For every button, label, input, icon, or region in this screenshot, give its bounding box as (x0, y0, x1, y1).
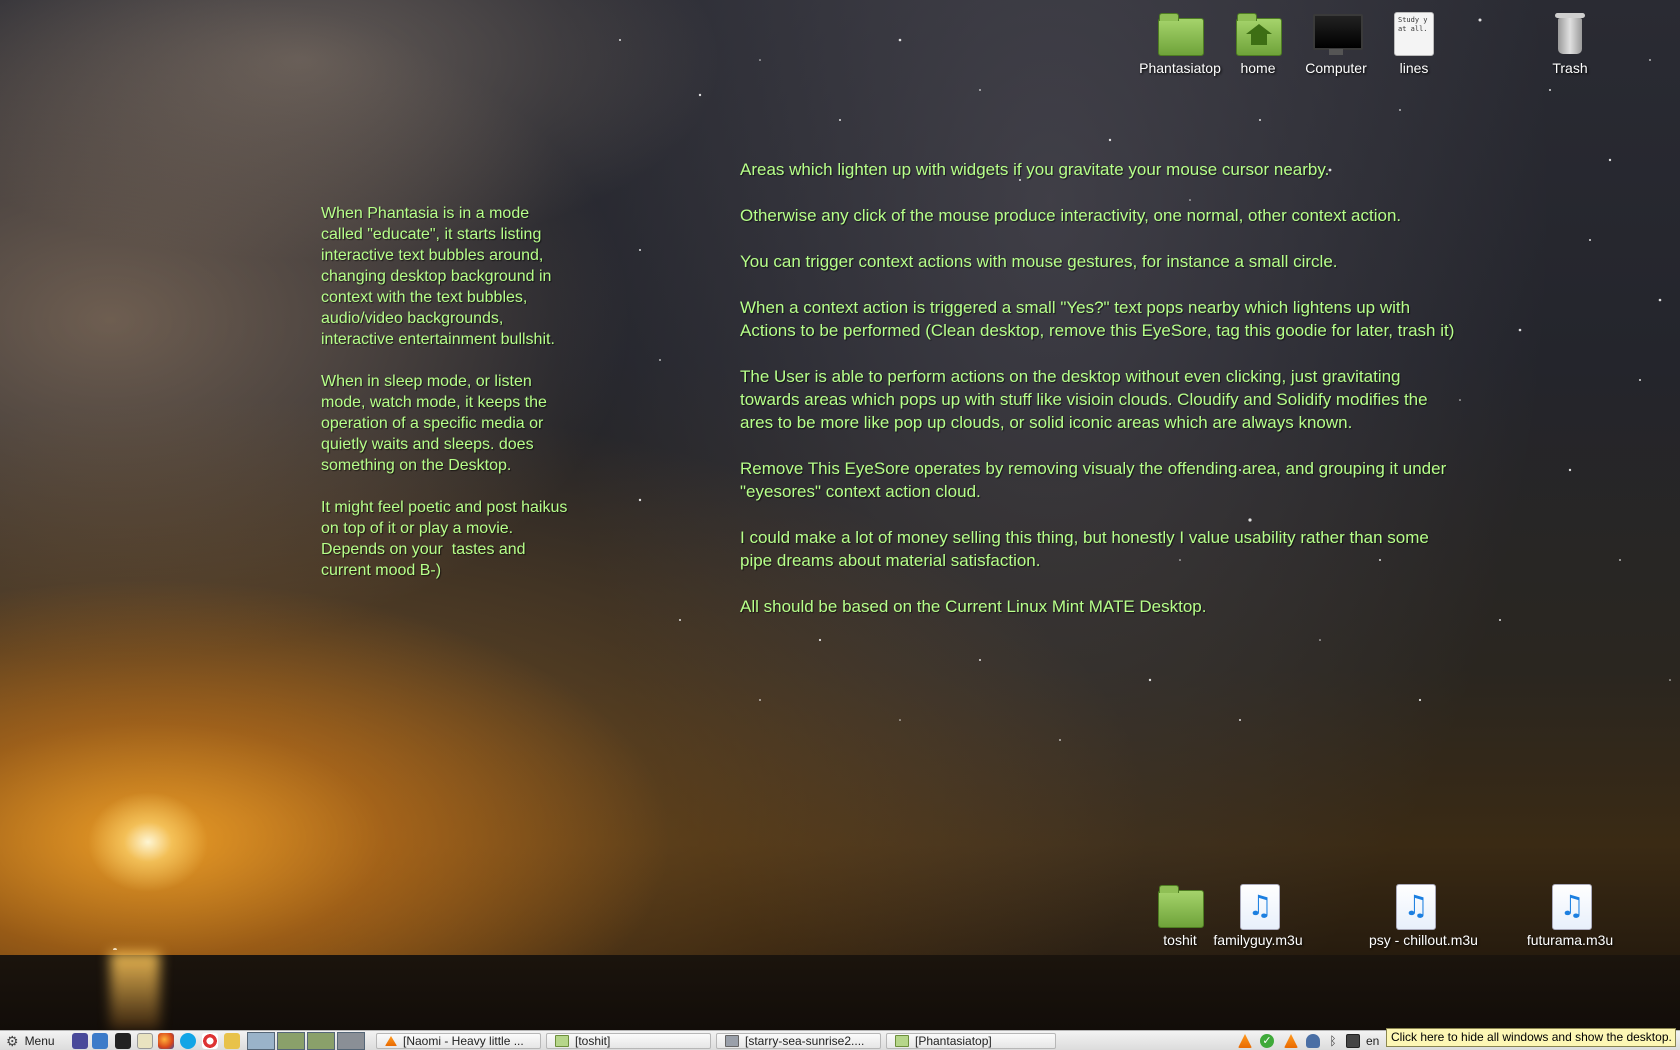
text-paragraph: Areas which lighten up with widgets if y… (740, 160, 1330, 179)
lifebuoy-icon[interactable] (202, 1033, 218, 1049)
desktop-icon-lines[interactable]: Study y at all. lines (1369, 12, 1459, 76)
window-title: [starry-sea-sunrise2.... (745, 1034, 865, 1048)
browser-icon[interactable] (92, 1033, 108, 1049)
folder-icon[interactable] (224, 1033, 240, 1049)
text-paragraph: When a context action is triggered a sma… (740, 298, 1455, 340)
shield-icon[interactable] (1306, 1034, 1320, 1048)
sun-reflection (110, 952, 160, 1030)
desktop-icon-computer[interactable]: Computer (1291, 12, 1381, 76)
phantasia-features-text: Areas which lighten up with widgets if y… (740, 158, 1580, 641)
vlc-icon[interactable] (1284, 1034, 1298, 1048)
folder-icon (1156, 12, 1204, 58)
text-paragraph: All should be based on the Current Linux… (740, 597, 1207, 616)
phantasia-modes-text: When Phantasia is in a mode called "educ… (321, 203, 611, 602)
vlc-icon (385, 1036, 397, 1046)
sea-horizon (0, 955, 1680, 1030)
icon-label: Trash (1552, 60, 1588, 76)
terminal-icon[interactable] (115, 1033, 131, 1049)
computer-icon (1312, 12, 1363, 58)
icon-label: home (1240, 60, 1276, 76)
taskbar-window-button[interactable]: [starry-sea-sunrise2.... (716, 1033, 881, 1049)
taskbar-window-button[interactable]: [Phantasiatop] (886, 1033, 1056, 1049)
window-title: [Naomi - Heavy little ... (403, 1034, 524, 1048)
music-playlist-icon: ♫ (1546, 884, 1594, 930)
menu-button[interactable]: ⚙ Menu (2, 1032, 59, 1050)
music-playlist-icon: ♫ (1234, 884, 1282, 930)
workspace-4[interactable] (337, 1032, 365, 1050)
folder-icon (555, 1035, 569, 1047)
text-paragraph: You can trigger context actions with mou… (740, 252, 1338, 271)
folder-icon (895, 1035, 909, 1047)
text-paragraph: Remove This EyeSore operates by removing… (740, 459, 1447, 501)
text-paragraph: It might feel poetic and post haikus on … (321, 499, 568, 579)
desktop-icon-futurama-playlist[interactable]: ♫ futurama.m3u (1525, 884, 1615, 948)
bluetooth-icon[interactable]: ᛒ (1328, 1034, 1338, 1048)
desktop-icon-trash[interactable]: Trash (1525, 12, 1615, 76)
vlc-icon[interactable] (1238, 1034, 1252, 1048)
taskbar-window-button[interactable]: [Naomi - Heavy little ... (376, 1033, 541, 1049)
text-paragraph: When in sleep mode, or listen mode, watc… (321, 373, 547, 474)
icon-label: futurama.m3u (1526, 932, 1614, 948)
gear-icon: ⚙ (6, 1032, 19, 1049)
desktop-icon-toshit[interactable]: toshit (1135, 884, 1225, 948)
icon-label: familyguy.m3u (1213, 932, 1303, 948)
icon-label: psy - chillout.m3u (1369, 932, 1478, 948)
folder-icon (1156, 884, 1204, 930)
trash-icon (1546, 12, 1594, 58)
check-icon[interactable]: ✓ (1260, 1034, 1274, 1048)
network-icon[interactable] (72, 1033, 88, 1049)
workspace-3[interactable] (307, 1032, 335, 1050)
notes-icon[interactable] (137, 1033, 153, 1049)
icon-label: lines (1399, 60, 1429, 76)
text-paragraph: When Phantasia is in a mode called "educ… (321, 205, 555, 348)
icon-label: Phantasiatop (1139, 60, 1221, 76)
display-icon[interactable] (1346, 1034, 1360, 1048)
skype-icon[interactable] (180, 1033, 196, 1049)
show-desktop-tooltip: Click here to hide all windows and show … (1386, 1028, 1676, 1047)
workspace-2[interactable] (277, 1032, 305, 1050)
image-icon (725, 1035, 739, 1047)
window-title: [Phantasiatop] (915, 1034, 992, 1048)
text-paragraph: Otherwise any click of the mouse produce… (740, 206, 1402, 225)
music-playlist-icon: ♫ (1390, 884, 1438, 930)
desktop-icon-psy-chillout-playlist[interactable]: ♫ psy - chillout.m3u (1369, 884, 1478, 948)
workspace-1[interactable] (247, 1032, 275, 1050)
firefox-icon[interactable] (158, 1033, 174, 1049)
window-title: [toshit] (575, 1034, 611, 1048)
menu-label: Menu (24, 1034, 55, 1048)
text-paragraph: The User is able to perform actions on t… (740, 367, 1428, 432)
keyboard-layout-indicator[interactable]: en (1366, 1034, 1379, 1048)
taskbar-window-button[interactable]: [toshit] (546, 1033, 711, 1049)
desktop-icon-familyguy-playlist[interactable]: ♫ familyguy.m3u (1213, 884, 1303, 948)
icon-label: Computer (1305, 60, 1367, 76)
desktop-background[interactable]: When Phantasia is in a mode called "educ… (0, 0, 1680, 1030)
home-folder-icon (1234, 12, 1282, 58)
desktop-icon-home[interactable]: home (1213, 12, 1303, 76)
text-paragraph: I could make a lot of money selling this… (740, 528, 1429, 570)
text-document-icon: Study y at all. (1390, 12, 1438, 58)
desktop-icon-phantasiatop[interactable]: Phantasiatop (1135, 12, 1225, 76)
workspace-switcher[interactable] (247, 1032, 365, 1050)
icon-label: toshit (1163, 932, 1197, 948)
